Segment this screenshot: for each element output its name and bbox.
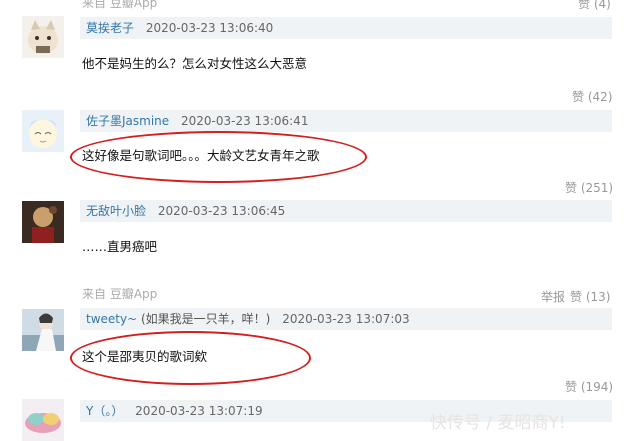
timestamp: 2020-03-23 13:07:03 — [282, 312, 410, 326]
red-annotation-circle — [70, 331, 311, 385]
timestamp: 2020-03-23 13:06:45 — [157, 204, 286, 218]
username-link[interactable]: 莫挨老子 — [86, 21, 134, 35]
comment-text: ……直男癌吧 — [82, 239, 158, 254]
username-note: (如果我是一只羊，咩！) — [140, 312, 271, 326]
timestamp: 2020-03-23 13:07:19 — [135, 404, 263, 418]
from-label: 来自 豆瓣App — [82, 287, 158, 301]
username-link[interactable]: Y（。） — [86, 404, 123, 418]
comment-header: 莫挨老子 2020-03-23 13:06:40 — [80, 17, 612, 39]
username-link[interactable]: 无敌叶小脸 — [86, 204, 146, 218]
avatar[interactable] — [22, 201, 64, 243]
timestamp: 2020-03-23 13:06:41 — [181, 114, 309, 128]
like-button[interactable]: 赞 (251) — [565, 179, 613, 196]
comment-header: tweety~ (如果我是一只羊，咩！) 2020-03-23 13:07:03 — [80, 308, 612, 330]
like-button[interactable]: 赞 (42) — [572, 88, 612, 105]
red-annotation-circle — [70, 131, 367, 183]
avatar[interactable] — [22, 16, 64, 58]
comment-header: 佐子墨Jasmine 2020-03-23 13:06:41 — [80, 110, 612, 132]
avatar[interactable] — [22, 309, 64, 351]
report-button[interactable]: 举报 — [541, 288, 565, 305]
comment-header: 无敌叶小脸 2020-03-23 13:06:45 — [80, 200, 612, 222]
like-button[interactable]: 赞 (13) — [570, 288, 610, 305]
username-link[interactable]: tweety~ — [86, 312, 137, 326]
username-link[interactable]: 佐子墨Jasmine — [86, 114, 169, 128]
watermark: 快传号 / 麦昭商Y! — [430, 413, 566, 433]
comment-text: 他不是妈生的么？怎么对女性这么大恶意 — [82, 56, 308, 71]
from-label: 来自 豆瓣App — [82, 0, 158, 10]
like-button[interactable]: 赞 (194) — [565, 378, 613, 395]
like-button[interactable]: 赞 (4) — [578, 0, 611, 12]
avatar[interactable] — [22, 110, 64, 152]
timestamp: 2020-03-23 13:06:40 — [145, 21, 274, 35]
